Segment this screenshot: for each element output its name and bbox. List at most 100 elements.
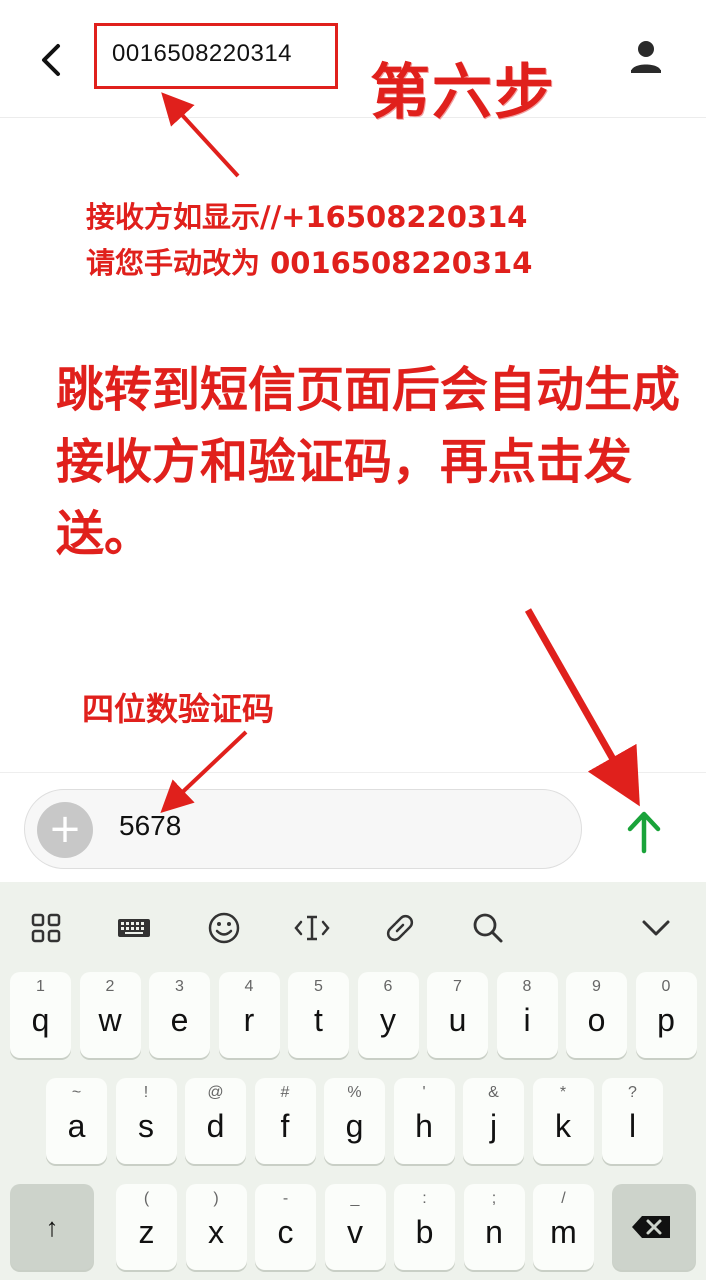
key-b[interactable]: :b [394, 1184, 455, 1270]
key-v[interactable]: _ v [324, 1184, 386, 1270]
key-hint: / [561, 1190, 566, 1207]
key-label: k [555, 1108, 571, 1144]
key-hint: ; [491, 1190, 497, 1207]
key-hint: 6 [383, 978, 393, 995]
key-e[interactable]: 3e [149, 972, 210, 1058]
key-label: q [31, 1002, 50, 1038]
key-hint: 9 [592, 978, 601, 995]
key-w[interactable]: 2w [79, 972, 141, 1058]
key-hint: ' [422, 1084, 426, 1101]
key-n[interactable]: ; n [463, 1184, 525, 1270]
key-h[interactable]: ' h [393, 1078, 455, 1164]
key-hint: ) [213, 1190, 219, 1207]
key-label: a [67, 1108, 86, 1144]
key-hint: ( [143, 1190, 150, 1207]
person-icon [631, 41, 661, 73]
key-label: l [628, 1108, 637, 1144]
clipboard-button[interactable] [376, 904, 424, 952]
key-label: o [587, 1002, 606, 1038]
clipboard-icon [386, 914, 414, 942]
key-label: i [523, 1002, 531, 1038]
key-hint: 1 [36, 978, 45, 995]
key-label: x [208, 1214, 224, 1250]
key-c[interactable]: -c [255, 1184, 316, 1270]
key-label: m [550, 1214, 577, 1250]
key-hint: # [280, 1084, 290, 1101]
key-hint: : [422, 1190, 427, 1207]
key-hint: * [559, 1084, 567, 1101]
key-k[interactable]: * k [532, 1078, 594, 1164]
key-label: e [170, 1002, 189, 1038]
key-label: c [277, 1214, 294, 1250]
compose-bar: + 5678 [0, 772, 706, 882]
key-label: p [657, 1002, 675, 1038]
shift-key[interactable]: ↑ [10, 1184, 94, 1270]
key-hint: - [282, 1190, 289, 1207]
key-y[interactable]: 6y [357, 972, 419, 1058]
key-hint: @ [207, 1084, 224, 1101]
key-hint: ~ [71, 1084, 82, 1101]
key-label: b [415, 1214, 434, 1250]
keyboard-switch-button[interactable] [110, 904, 158, 952]
recipient-highlight-box [94, 23, 338, 89]
key-p[interactable]: 0p [635, 972, 697, 1058]
key-j[interactable]: & j [463, 1078, 524, 1164]
send-button[interactable] [618, 801, 670, 861]
keyboard-icon [118, 919, 150, 937]
key-label: g [345, 1108, 364, 1144]
cursor-button[interactable] [288, 904, 336, 952]
message-text[interactable]: 5678 [119, 810, 181, 842]
grid-button[interactable] [22, 904, 70, 952]
backspace-key[interactable] [612, 1184, 696, 1270]
cursor-icon [294, 915, 330, 941]
key-f[interactable]: # f [254, 1078, 316, 1164]
key-m[interactable]: / m [533, 1184, 594, 1270]
key-hint: ! [143, 1084, 149, 1101]
key-g[interactable]: % g [324, 1078, 385, 1164]
key-hint: & [488, 1084, 499, 1101]
key-label: u [448, 1002, 467, 1038]
key-hint: 7 [453, 978, 462, 995]
key-t[interactable]: 5t [288, 972, 349, 1058]
main-instruction: 跳转到短信页面后会自动生成接收方和验证码，再点击发送。 [56, 362, 681, 562]
message-input[interactable]: + 5678 [24, 789, 582, 869]
key-hint: 5 [314, 978, 323, 995]
soft-keyboard: 1 q 2 w 3 e 4 r 5 t 6 y 7 u 8 i 9 o 0 p ~ a! s @ d # f% g ' h & j * k? l(z… [0, 882, 706, 1280]
key-label: d [206, 1108, 225, 1144]
key-hint: 8 [522, 978, 532, 995]
keyboard-toolbar [0, 882, 706, 972]
key-a[interactable]: ~ a [46, 1078, 107, 1164]
key-o[interactable]: 9o [566, 972, 627, 1058]
key-q[interactable]: 1q [10, 972, 71, 1058]
contact-button[interactable] [624, 36, 668, 80]
grid-icon [31, 913, 61, 943]
key-z[interactable]: (z [116, 1184, 177, 1270]
key-label: j [489, 1108, 498, 1144]
search-icon [473, 913, 503, 943]
key-label: n [485, 1214, 503, 1250]
arrow-up-icon [627, 811, 661, 854]
collapse-keyboard-button[interactable] [632, 904, 680, 952]
key-hint: 3 [175, 978, 184, 995]
key-label: h [415, 1108, 433, 1144]
key-label: f [280, 1108, 290, 1144]
key-label: s [138, 1108, 154, 1144]
back-button[interactable] [30, 38, 74, 82]
key-s[interactable]: ! s [115, 1078, 177, 1164]
emoji-button[interactable] [200, 904, 248, 952]
key-d[interactable]: @ d [185, 1078, 246, 1164]
chevron-down-icon [642, 920, 670, 936]
key-u[interactable]: 7u [427, 972, 488, 1058]
step-title: 第六步 [370, 58, 556, 128]
key-hint: 0 [661, 978, 671, 995]
key-x[interactable]: ) x [185, 1184, 247, 1270]
key-label: t [314, 1002, 323, 1038]
chevron-left-icon [42, 44, 60, 76]
key-i[interactable]: 8i [496, 972, 558, 1058]
add-attachment-button[interactable]: + [37, 802, 93, 858]
key-r[interactable]: 4r [218, 972, 280, 1058]
key-l[interactable]: ? l [602, 1078, 663, 1164]
emoji-icon [208, 912, 240, 944]
search-button[interactable] [464, 904, 512, 952]
key-hint: ? [628, 1084, 637, 1101]
